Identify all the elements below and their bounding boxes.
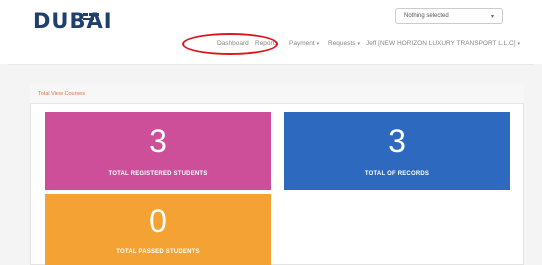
card-passed-students[interactable]: 0 TOTAL PASSED STUDENTS <box>45 194 271 265</box>
caret-down-icon: ▾ <box>517 41 521 47</box>
chevron-down-icon: ▾ <box>490 14 494 20</box>
course-select-value: Nothing selected <box>404 13 449 19</box>
nav-user-label: Jeff [NEW HORIZON LUXURY TRANSPORT L.L.C… <box>366 40 516 47</box>
card-value: 3 <box>149 123 167 159</box>
card-label: TOTAL OF RECORDS <box>364 171 430 177</box>
caret-down-icon: ▾ <box>316 41 320 47</box>
panel-heading: Total View Courses <box>30 84 524 104</box>
course-select[interactable]: Nothing selected ▾ <box>395 8 503 24</box>
card-total-records[interactable]: 3 TOTAL OF RECORDS <box>284 112 510 190</box>
caret-down-icon: ▾ <box>357 41 360 47</box>
nav-requests-label: Requests <box>328 40 356 47</box>
nav-user-menu[interactable]: Jeff [NEW HORIZON LUXURY TRANSPORT L.L.C… <box>366 40 520 47</box>
card-registered-students[interactable]: 3 TOTAL REGISTERED STUDENTS <box>45 112 271 190</box>
card-value: 0 <box>149 203 167 239</box>
card-label: TOTAL PASSED STUDENTS <box>116 249 200 255</box>
header-divider <box>8 64 534 65</box>
panel-title: Total View Courses <box>38 91 85 97</box>
card-value: 3 <box>388 123 406 159</box>
nav-payment-label: Payment <box>289 40 315 47</box>
top-header: DUBAI Nothing selected ▾ Dashboard Repor… <box>0 0 542 64</box>
card-label: TOTAL REGISTERED STUDENTS <box>108 171 208 177</box>
nav-requests[interactable]: Requests ▾ <box>328 40 360 47</box>
red-highlight-ellipse <box>182 33 278 55</box>
nav-payment[interactable]: Payment ▾ <box>289 40 319 47</box>
logo-emblem <box>83 12 101 26</box>
